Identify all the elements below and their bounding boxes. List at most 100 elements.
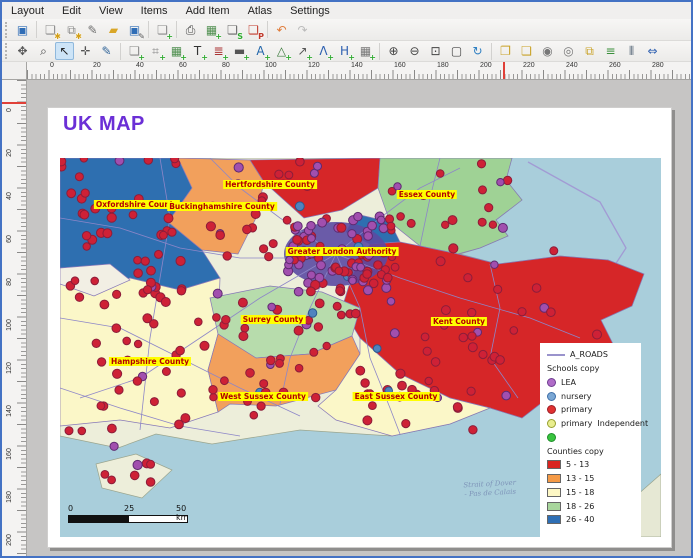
group-items-icon[interactable]: ❐ [496,42,515,60]
add-map-icon[interactable]: ▦ + [167,42,187,62]
school-point [384,214,395,224]
add-scalebar-icon[interactable]: ▬ + [230,42,250,62]
school-point [268,239,278,249]
edit-nodes-item-icon[interactable]: ✎ [97,42,116,60]
menu-settings[interactable]: Settings [281,4,339,18]
school-point [468,425,478,435]
add-3d-map-icon[interactable]: ⌗ + [146,42,166,62]
school-point [205,221,216,232]
school-point [256,401,266,411]
county-label: Kent County [430,317,488,326]
school-point [91,338,101,349]
school-point [386,297,396,306]
add-attribute-table-icon[interactable]: ▦ + [356,42,376,62]
unlock-items-icon[interactable]: ◎ [559,42,578,60]
export-svg-icon[interactable]: ❏ S [223,21,243,41]
map-title-item[interactable]: UK MAP [63,113,145,136]
school-point [497,222,508,233]
add-page-icon[interactable]: ❏ + [125,42,145,62]
school-point [390,262,400,272]
align-items-icon[interactable]: ≡ [601,42,620,60]
menu-layout[interactable]: Layout [2,4,53,18]
toolbar-handle[interactable] [5,21,9,38]
school-point [163,213,174,224]
school-point [458,332,469,343]
school-point [322,341,331,351]
menu-edit[interactable]: Edit [53,4,90,18]
raise-items-icon[interactable]: ⧉ [580,42,599,60]
legend-item[interactable]: A_ROADS Schools copy LEA nursery primary prim… [540,343,648,537]
zoom-icon[interactable]: ⌕ [34,42,53,60]
toolbar-separator [176,21,177,38]
school-point [215,230,225,240]
school-point [264,252,274,262]
school-point [212,313,221,322]
legend-group-schools: Schools copy [547,364,600,374]
add-arrow-icon[interactable]: ↗ + [293,42,313,62]
school-point [348,276,357,285]
toolbar-handle[interactable] [5,43,9,59]
class-swatch [547,460,561,470]
undo-icon[interactable]: ↶ [272,21,291,39]
ruler-major-ticks [17,80,26,556]
zoom-actual-icon[interactable]: ⊡ [426,42,445,60]
school-point [259,244,269,254]
school-point [478,349,488,360]
school-point [96,401,106,411]
school-point [435,256,446,267]
school-point [360,378,370,388]
legend-class-entry: 15 - 18 [547,486,641,500]
school-point [332,301,342,311]
menu-atlas[interactable]: Atlas [239,4,281,18]
add-label-icon[interactable]: T + [188,42,208,62]
school-point [154,249,163,259]
school-point [122,336,131,346]
map-item[interactable]: A_ROADS Schools copy LEA nursery primary prim… [60,158,661,537]
school-point [102,228,113,239]
menu-items[interactable]: Items [132,4,177,18]
add-north-arrow-icon[interactable]: A + [251,42,271,62]
add-legend-icon[interactable]: ≣ + [209,42,229,62]
ruler-label: 40 [6,192,13,200]
school-point [66,188,77,199]
print-icon[interactable]: ⎙ [181,21,200,39]
export-image-icon[interactable]: ▦ + [202,21,222,41]
resize-items-icon[interactable]: ⇔ [643,42,662,60]
vertical-ruler[interactable]: 0 20 40 60 80 100 120 140 160 180 200 [2,80,27,556]
export-pdf-icon[interactable]: ❏ P [244,21,264,41]
add-pages-icon[interactable]: ❏ + [153,21,173,41]
scalebar-bar [68,515,188,523]
rename-layout-icon[interactable]: ✎ [83,21,102,39]
new-layout-icon[interactable]: ❏ ✱ [41,21,61,41]
add-html-icon[interactable]: H + [335,42,355,62]
select-move-item-icon[interactable]: ↖ [55,42,74,60]
menu-add-item[interactable]: Add Item [177,4,239,18]
move-item-content-icon[interactable]: ✛ [76,42,95,60]
ungroup-items-icon[interactable]: ❏ [517,42,536,60]
save-project-icon[interactable]: ▣ [13,21,32,39]
distribute-items-icon[interactable]: ⫴ [622,42,641,60]
save-template-icon[interactable]: ▣ ✎ [125,21,145,41]
school-point [424,376,433,386]
add-node-item-icon[interactable]: Λ + [314,42,334,62]
pan-icon[interactable]: ✥ [13,42,32,60]
zoom-out-icon[interactable]: ⊖ [405,42,424,60]
school-point [502,175,513,186]
lock-items-icon[interactable]: ◉ [538,42,557,60]
school-point [133,268,143,278]
school-point [143,158,153,165]
horizontal-ruler[interactable]: 0204060801001201401601802002202402602803… [27,62,691,80]
school-point [107,475,116,485]
zoom-in-icon[interactable]: ⊕ [384,42,403,60]
menu-view[interactable]: View [90,4,132,18]
duplicate-layout-icon[interactable]: ⧉ ✱ [62,21,82,41]
school-point [245,368,255,378]
redo-icon[interactable]: ↷ [293,21,312,39]
zoom-full-icon[interactable]: ▢ [447,42,466,60]
school-point [592,329,602,340]
school-point [376,215,386,225]
school-point [96,357,107,367]
refresh-icon[interactable]: ↻ [468,42,487,60]
open-template-icon[interactable]: ▰ [104,21,123,39]
add-shape-icon[interactable]: △ + [272,42,292,62]
